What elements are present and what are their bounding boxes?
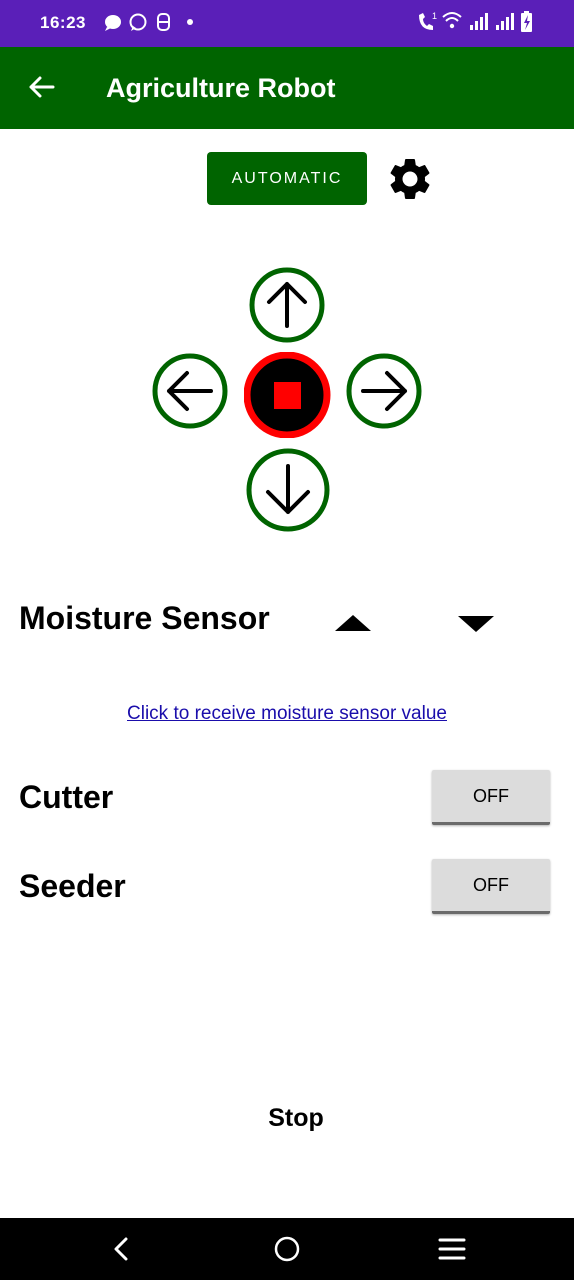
home-nav-icon[interactable]: [271, 1218, 303, 1280]
page-title: Agriculture Robot: [106, 73, 336, 103]
caret-down-icon[interactable]: [456, 614, 496, 634]
battery-charging-icon: [521, 11, 532, 32]
cutter-toggle-button[interactable]: OFF: [432, 770, 550, 825]
message-icon: [105, 15, 121, 31]
wifi-icon: [442, 12, 462, 29]
right-button[interactable]: [345, 352, 423, 430]
wifi-call-icon: 1: [419, 11, 437, 30]
navigation-bar: [0, 1218, 574, 1280]
seeder-label: Seeder: [19, 868, 126, 904]
seeder-toggle-button[interactable]: OFF: [432, 859, 550, 914]
gear-icon[interactable]: [385, 154, 435, 204]
status-bar: 16:23 1: [0, 0, 574, 47]
status-time: 16:23: [40, 13, 86, 32]
dot-icon: [187, 19, 193, 25]
svg-text:1: 1: [432, 11, 437, 21]
signal-icon: [496, 13, 514, 30]
automatic-button[interactable]: AUTOMATIC: [207, 152, 367, 205]
moisture-sensor-title: Moisture Sensor: [19, 600, 270, 636]
left-button[interactable]: [151, 352, 229, 430]
whatsapp-icon: [129, 13, 147, 31]
stop-button[interactable]: [244, 352, 332, 438]
forward-button[interactable]: [248, 266, 326, 344]
receive-moisture-link[interactable]: Click to receive moisture sensor value: [0, 703, 574, 725]
back-nav-icon[interactable]: [106, 1218, 136, 1280]
robot-status-text: Stop: [268, 1104, 324, 1132]
backward-button[interactable]: [244, 446, 332, 534]
cutter-label: Cutter: [19, 779, 114, 815]
app-icon: [157, 13, 170, 31]
signal-icon: [470, 13, 488, 30]
app-bar: Agriculture Robot: [0, 47, 574, 129]
caret-up-icon[interactable]: [333, 613, 373, 633]
stop-square-icon: [274, 382, 301, 409]
arrow-left-icon[interactable]: [26, 72, 56, 102]
menu-nav-icon[interactable]: [436, 1218, 468, 1280]
